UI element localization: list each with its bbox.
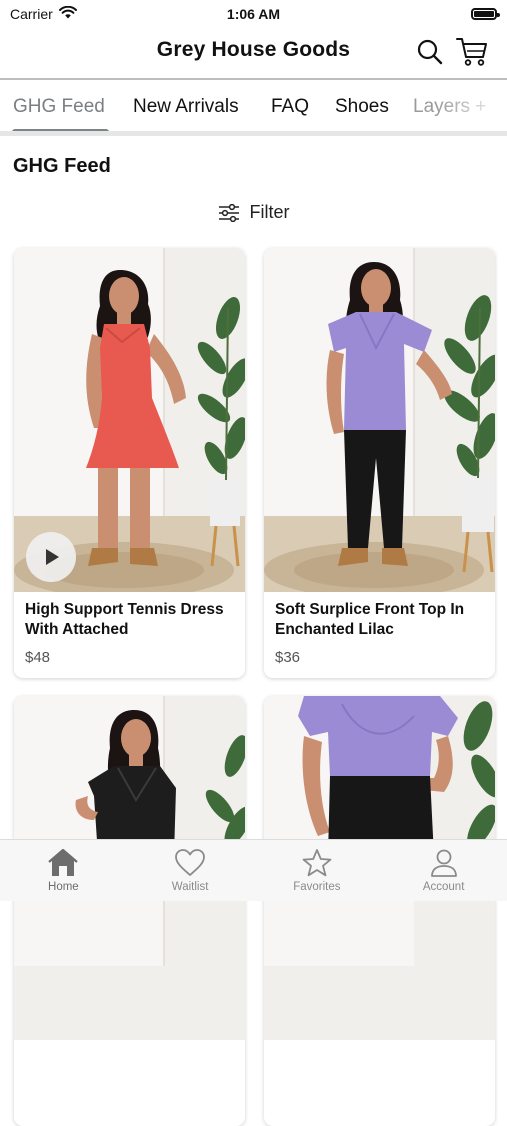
filter-button[interactable]: Filter [0, 202, 507, 223]
status-time: 1:06 AM [226, 6, 281, 22]
home-icon [48, 848, 79, 876]
tab-new-arrivals[interactable]: New Arrivals [133, 96, 239, 118]
nav-home-label: Home [48, 881, 79, 893]
status-bar: Carrier 1:06 AM [0, 0, 507, 28]
product-card[interactable] [14, 696, 245, 1126]
product-title: High Support Tennis Dress With Attached [25, 601, 224, 638]
product-title: Soft Surplice Front Top In Enchanted Lil… [275, 601, 465, 638]
tab-shoes[interactable]: Shoes [335, 96, 389, 118]
app-header: Grey House Goods [0, 28, 507, 80]
product-card[interactable]: Soft Surplice Front Top In Enchanted Lil… [264, 248, 495, 678]
nav-account[interactable]: Account [380, 840, 507, 901]
nav-waitlist[interactable]: Waitlist [127, 840, 254, 901]
product-card[interactable] [264, 696, 495, 1126]
product-price: $48 [25, 649, 51, 666]
play-icon [46, 549, 59, 565]
product-image [264, 248, 495, 592]
tab-faq[interactable]: FAQ [271, 96, 309, 118]
filter-icon [218, 203, 239, 222]
star-icon [302, 849, 332, 877]
nav-waitlist-label: Waitlist [171, 881, 209, 893]
product-price: $36 [275, 649, 301, 666]
active-tab-indicator [12, 129, 109, 131]
tab-ghg-feed[interactable]: GHG Feed [13, 96, 105, 118]
nav-favorites[interactable]: Favorites [254, 840, 381, 901]
filter-label: Filter [249, 202, 290, 222]
tabs-fade [437, 80, 507, 131]
battery-icon [471, 8, 500, 20]
nav-favorites-label: Favorites [293, 881, 341, 893]
play-video-button[interactable] [26, 532, 76, 582]
heart-icon [175, 849, 206, 876]
section-title: GHG Feed [13, 155, 111, 177]
product-card[interactable]: High Support Tennis Dress With Attached … [14, 248, 245, 678]
search-icon [417, 39, 443, 65]
person-icon [430, 849, 457, 877]
cart-icon [456, 38, 487, 66]
nav-home[interactable]: Home [0, 840, 127, 901]
bottom-tab-bar: Home Waitlist Favorites Account [0, 839, 507, 901]
category-tabs: GHG Feed New Arrivals FAQ Shoes Layers + [0, 80, 507, 136]
cart-button[interactable] [456, 36, 488, 68]
nav-account-label: Account [422, 881, 465, 893]
search-button[interactable] [414, 36, 446, 68]
